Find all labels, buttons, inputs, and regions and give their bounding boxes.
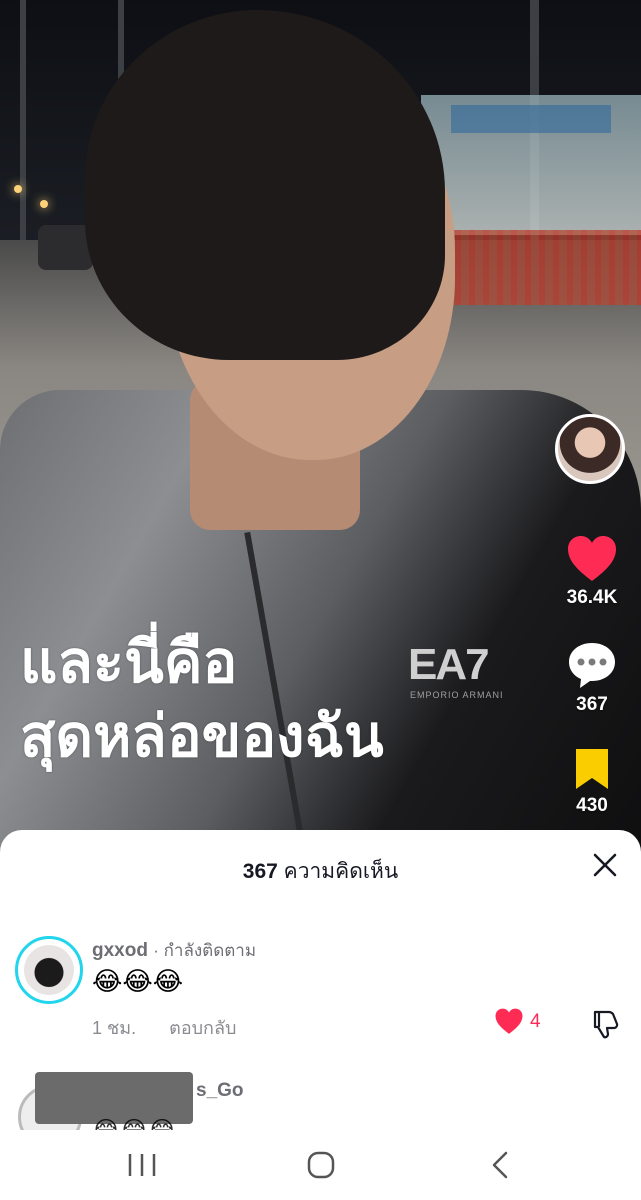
home-icon[interactable] xyxy=(301,1150,341,1180)
system-nav-bar xyxy=(0,1130,641,1200)
comments-title-label: ความคิดเห็น xyxy=(283,860,399,883)
bookmark-icon[interactable] xyxy=(556,747,628,791)
like-count: 36.4K xyxy=(566,587,618,608)
comments-sheet-title: 367 ความคิดเห็น xyxy=(0,855,641,888)
comment-header: gxxod · กำลังติดตาม xyxy=(92,937,256,964)
home-button[interactable] xyxy=(301,1150,341,1180)
comments-count: 367 xyxy=(242,860,278,883)
jacket-brand-sub: EMPORIO ARMANI xyxy=(410,690,504,700)
comment-like-button[interactable]: 4 xyxy=(494,1008,541,1035)
close-icon[interactable] xyxy=(588,848,622,882)
heart-icon[interactable] xyxy=(556,535,628,583)
street-light xyxy=(40,200,48,208)
thumbs-down-icon[interactable] xyxy=(589,1008,621,1040)
creator-avatar[interactable] xyxy=(555,414,625,484)
following-status: · กำลังติดตาม xyxy=(153,941,257,960)
street-light xyxy=(14,185,22,193)
utility-pole xyxy=(20,0,26,260)
jacket-brand-logo: EA7 xyxy=(408,640,490,689)
video-caption-overlay: และนี่คือ สุดหล่อของฉัน xyxy=(20,625,384,773)
comment-meta: 1 ชม. ตอบกลับ xyxy=(92,1013,236,1042)
comment-count: 367 xyxy=(576,694,608,715)
commenter-avatar[interactable] xyxy=(15,936,83,1004)
save-count: 430 xyxy=(576,795,608,816)
reply-button[interactable]: ตอบกลับ xyxy=(169,1018,236,1038)
comment-text: 😂😂😂 xyxy=(92,1116,176,1130)
comment-icon[interactable] xyxy=(556,640,628,690)
back-button[interactable] xyxy=(482,1150,522,1180)
cat-avatar-image xyxy=(24,945,74,995)
video-shop-sign xyxy=(451,105,611,133)
comments-sheet: 367 ความคิดเห็น gxxod · กำลังติดตาม 😂😂😂 … xyxy=(0,830,641,1130)
comment-action[interactable]: 367 xyxy=(556,640,628,716)
video-fence xyxy=(441,230,641,305)
comment-dislike-button[interactable] xyxy=(589,1008,621,1040)
commenter-username[interactable]: gxxod xyxy=(92,940,148,961)
caption-line-1: และนี่คือ xyxy=(20,628,238,696)
comment-time: 1 ชม. xyxy=(92,1018,137,1038)
video-player[interactable]: EA7 EMPORIO ARMANI และนี่คือ สุดหล่อของฉ… xyxy=(0,0,641,850)
comment-text: 😂😂😂 xyxy=(92,966,184,996)
recents-icon[interactable] xyxy=(122,1150,162,1180)
comment-like-count: 4 xyxy=(530,1010,541,1032)
like-action[interactable]: 36.4K xyxy=(556,535,628,609)
heart-icon[interactable] xyxy=(494,1008,524,1035)
save-action[interactable]: 430 xyxy=(556,747,628,817)
caption-line-2: สุดหล่อของฉัน xyxy=(20,702,384,770)
back-icon[interactable] xyxy=(482,1150,522,1180)
close-button[interactable] xyxy=(588,848,622,882)
recents-button[interactable] xyxy=(122,1150,162,1180)
